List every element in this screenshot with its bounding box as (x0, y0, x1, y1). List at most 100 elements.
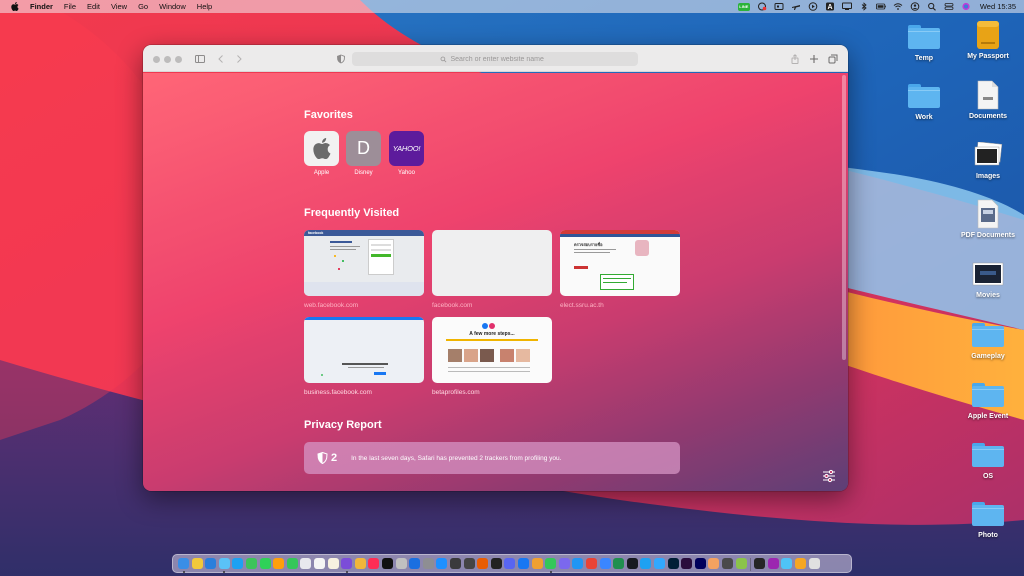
user-icon[interactable] (910, 2, 920, 11)
dock-app-icon[interactable] (205, 558, 217, 569)
dock-app-icon[interactable] (191, 558, 203, 569)
desktop-file-movies[interactable]: Movies (958, 259, 1018, 299)
play-circle-icon[interactable] (808, 2, 818, 11)
dock-app-icon[interactable] (640, 558, 652, 569)
input-source-icon[interactable]: A (825, 2, 835, 11)
dock-app-icon[interactable] (477, 558, 489, 569)
dock-app-icon[interactable] (368, 558, 380, 569)
dock-app-icon[interactable] (681, 558, 693, 569)
start-page-settings-icon[interactable] (822, 469, 836, 483)
dock-app-icon[interactable] (667, 558, 679, 569)
dock-app-icon[interactable] (463, 558, 475, 569)
dock-app-icon[interactable] (327, 558, 339, 569)
favorite-yahoo[interactable]: YAHOO! Yahoo (388, 131, 425, 176)
dock-app-icon[interactable] (354, 558, 366, 569)
dock-app-icon[interactable] (613, 558, 625, 569)
scrollbar[interactable] (842, 75, 846, 360)
desktop-file-images[interactable]: Images (958, 140, 1018, 180)
dock-app-icon[interactable] (572, 558, 584, 569)
dock-app-icon[interactable] (754, 558, 766, 569)
back-icon[interactable] (215, 53, 227, 65)
share-icon[interactable] (789, 53, 801, 65)
control-center-icon[interactable] (944, 2, 954, 11)
frequent-site-betaprofiles[interactable]: A few more steps... betaprofiles.com (432, 317, 552, 396)
new-tab-icon[interactable] (808, 53, 820, 65)
screen-icon[interactable] (774, 2, 784, 11)
dock-app-icon[interactable] (808, 558, 820, 569)
dock-app-icon[interactable] (300, 558, 312, 569)
siri-icon[interactable] (961, 2, 971, 11)
dock-app-icon[interactable] (232, 558, 244, 569)
minimize-window-button[interactable] (164, 56, 171, 63)
desktop-folder-temp[interactable]: Temp (894, 22, 954, 62)
desktop-folder-apple-event[interactable]: Apple Event (958, 380, 1018, 420)
forward-icon[interactable] (233, 53, 245, 65)
dock-app-icon[interactable] (722, 558, 733, 569)
desktop-folder-photo[interactable]: Photo (958, 499, 1018, 539)
dock-app-icon[interactable] (286, 558, 298, 569)
dock-app-icon[interactable] (395, 558, 407, 569)
dock-app-icon[interactable] (518, 558, 529, 569)
dock-app-icon[interactable] (654, 558, 665, 569)
dock-app-icon[interactable] (781, 558, 793, 569)
display-icon[interactable] (841, 2, 852, 11)
dock-app-icon[interactable] (795, 558, 806, 569)
dock-app-icon[interactable] (341, 558, 353, 569)
address-bar[interactable] (352, 52, 638, 66)
search-icon[interactable] (927, 2, 937, 11)
dock-app-icon[interactable] (767, 558, 779, 569)
dock-app-icon[interactable] (273, 558, 285, 569)
dock-app-icon[interactable] (531, 558, 543, 569)
dock-app-icon[interactable] (218, 558, 230, 569)
line-app-icon[interactable]: LINE (737, 2, 750, 11)
bluetooth-icon[interactable] (859, 2, 869, 11)
close-window-button[interactable] (153, 56, 160, 63)
address-input[interactable] (450, 55, 551, 63)
frequent-site-ssru[interactable]: ตรวจสอบรายชื่อ elect.ssru.ac.th (560, 230, 680, 309)
dock-app-icon[interactable] (558, 558, 570, 569)
dock-app-icon[interactable] (382, 558, 393, 569)
battery-icon[interactable] (875, 2, 886, 11)
favorite-disney[interactable]: D Disney (345, 131, 382, 176)
apple-menu-icon[interactable] (9, 0, 20, 13)
frequent-site-facebook[interactable]: facebook.com (432, 230, 552, 309)
menu-file[interactable]: File (64, 0, 76, 13)
dock-app-icon[interactable] (409, 558, 421, 569)
privacy-shield-icon[interactable] (335, 53, 347, 65)
dock-app-icon[interactable] (599, 558, 611, 569)
desktop-file-pdf-documents[interactable]: PDF Documents (958, 199, 1018, 239)
dock-app-icon[interactable] (504, 558, 516, 569)
privacy-report-card[interactable]: 2 In the last seven days, Safari has pre… (304, 442, 680, 474)
dock-app-icon[interactable] (694, 558, 706, 569)
dock-app-icon[interactable] (178, 558, 189, 569)
menu-help[interactable]: Help (197, 0, 212, 13)
dock-app-icon[interactable] (490, 558, 502, 569)
dock-app-icon[interactable] (545, 558, 557, 569)
dock-app-icon[interactable] (586, 558, 597, 569)
desktop-folder-os[interactable]: OS (958, 440, 1018, 480)
menu-edit[interactable]: Edit (87, 0, 100, 13)
zoom-window-button[interactable] (175, 56, 182, 63)
airplane-icon[interactable] (791, 2, 801, 11)
dock-app-icon[interactable] (735, 558, 747, 569)
dock-app-icon[interactable] (314, 558, 325, 569)
desktop-file-documents[interactable]: Documents (958, 80, 1018, 120)
wifi-icon[interactable] (893, 2, 903, 11)
dock-app-icon[interactable] (246, 558, 257, 569)
frequent-site-web-facebook[interactable]: facebook web.facebook.com (304, 230, 424, 309)
dock-app-icon[interactable] (422, 558, 434, 569)
sync-status-icon[interactable] (757, 2, 767, 11)
tab-overview-icon[interactable] (827, 53, 839, 65)
menu-window[interactable]: Window (159, 0, 186, 13)
menu-view[interactable]: View (111, 0, 127, 13)
dock-app-icon[interactable] (708, 558, 720, 569)
dock-app-icon[interactable] (436, 558, 448, 569)
dock-app-icon[interactable] (626, 558, 638, 569)
dock-app-icon[interactable] (259, 558, 271, 569)
menubar-clock[interactable]: Wed 15:35 (980, 2, 1016, 11)
desktop-drive-my-passport[interactable]: My Passport (958, 20, 1018, 60)
menu-app-finder[interactable]: Finder (30, 0, 53, 13)
dock-app-icon[interactable] (450, 558, 461, 569)
desktop-folder-work[interactable]: Work (894, 81, 954, 121)
sidebar-toggle-icon[interactable] (194, 53, 206, 65)
